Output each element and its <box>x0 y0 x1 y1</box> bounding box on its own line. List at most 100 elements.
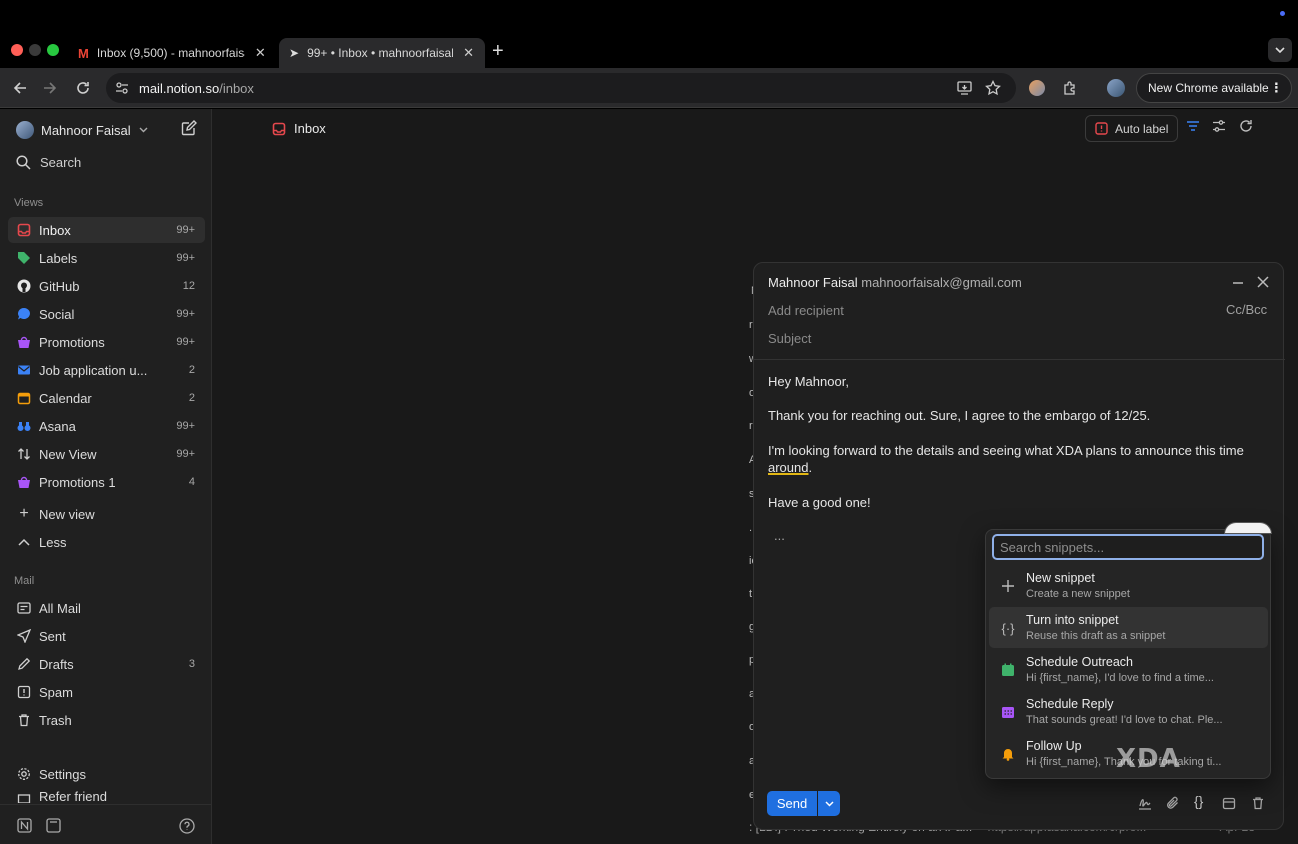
help-icon[interactable] <box>179 818 195 834</box>
profile-avatar[interactable] <box>1107 79 1125 97</box>
sidebar-item-promotions-1[interactable]: Promotions 1 4 <box>8 469 205 495</box>
snippet-search-input[interactable] <box>992 534 1264 560</box>
tab-search-button[interactable] <box>1268 38 1292 62</box>
divider <box>754 359 1285 360</box>
address-bar[interactable]: mail.notion.so/inbox <box>106 73 1016 103</box>
recipient-input[interactable]: Add recipient <box>768 303 844 318</box>
extensions-button[interactable] <box>1058 76 1082 100</box>
sidebar-item-label: New view <box>39 506 95 522</box>
sidebar-item-settings[interactable]: Settings <box>8 761 205 787</box>
braces-icon[interactable]: {} <box>1194 793 1203 809</box>
body-signoff[interactable]: Have a good one! <box>768 494 1248 511</box>
close-tab-icon[interactable]: ✕ <box>463 45 474 61</box>
plus-icon <box>999 577 1017 595</box>
tab-notion-mail[interactable]: ➤ 99+ • Inbox • mahnoorfaisalx@gmail.com… <box>279 38 485 68</box>
sidebar-item-drafts[interactable]: Drafts 3 <box>8 651 205 677</box>
bookmark-star-icon[interactable] <box>985 80 1001 96</box>
compose-button[interactable] <box>181 120 197 139</box>
kebab-menu-icon[interactable]: ⋮ <box>1270 80 1283 96</box>
snippet-title: Schedule Outreach <box>1026 655 1134 669</box>
status-dot <box>1280 11 1285 16</box>
sidebar-item-job-applications[interactable]: Job application u... 2 <box>8 357 205 383</box>
signature-icon[interactable] <box>1138 796 1152 810</box>
toggle-knob[interactable] <box>1224 522 1272 534</box>
snippet-item-schedule-reply[interactable]: Schedule Reply That sounds great! I'd lo… <box>989 691 1268 732</box>
sidebar-item-count: 2 <box>188 392 195 404</box>
gift-icon <box>16 789 32 803</box>
page-title: Inbox <box>272 121 326 136</box>
chat-bubble-icon <box>16 306 32 322</box>
puzzle-icon <box>1064 81 1075 95</box>
chrome-update-button[interactable]: New Chrome available ⋮ <box>1136 73 1292 103</box>
sidebar-item-label: Calendar <box>39 390 92 406</box>
notion-calendar-icon[interactable] <box>46 818 61 833</box>
extension-button[interactable] <box>1025 76 1049 100</box>
site-settings-icon[interactable] <box>115 81 129 95</box>
calendar-icon[interactable] <box>1222 796 1236 810</box>
sidebar-item-new-view[interactable]: New View 99+ <box>8 441 205 467</box>
refresh-icon[interactable] <box>1239 119 1253 133</box>
sidebar-item-asana[interactable]: Asana 99+ <box>8 413 205 439</box>
sidebar-item-all-mail[interactable]: All Mail <box>8 595 205 621</box>
display-settings-icon[interactable] <box>1212 119 1226 133</box>
close-icon[interactable] <box>1257 276 1269 288</box>
auto-label-button[interactable]: Auto label <box>1085 115 1179 142</box>
maximize-window-button[interactable] <box>47 44 59 56</box>
notion-logo-icon[interactable] <box>17 818 32 833</box>
snippet-item-new[interactable]: New snippet Create a new snippet <box>989 565 1268 606</box>
plus-icon: + <box>19 505 29 522</box>
sidebar-item-spam[interactable]: Spam <box>8 679 205 705</box>
account-name: Mahnoor Faisal <box>41 122 131 138</box>
sidebar-item-trash[interactable]: Trash <box>8 707 205 733</box>
spellcheck-word[interactable]: around <box>768 460 808 475</box>
minimize-icon[interactable] <box>1232 281 1244 285</box>
sidebar-item-promotions[interactable]: Promotions 99+ <box>8 329 205 355</box>
account-switcher[interactable]: Mahnoor Faisal <box>16 121 148 139</box>
attachment-icon[interactable] <box>1166 796 1180 810</box>
body-paragraph-1[interactable]: Thank you for reaching out. Sure, I agre… <box>768 407 1248 424</box>
cc-bcc-button[interactable]: Cc/Bcc <box>1226 302 1267 317</box>
sidebar-search[interactable]: Search <box>16 155 81 170</box>
back-button[interactable] <box>8 76 32 100</box>
from-field[interactable]: Mahnoor Faisal mahnoorfaisalx@gmail.com <box>768 275 1022 290</box>
gmail-icon: M <box>78 45 89 61</box>
sidebar-item-label: Drafts <box>39 656 74 672</box>
sidebar-item-labels[interactable]: Labels 99+ <box>8 245 205 271</box>
sidebar-item-label: New View <box>39 446 97 462</box>
install-app-icon[interactable] <box>957 81 972 95</box>
tab-gmail[interactable]: M Inbox (9,500) - mahnoorfaisalx@gmail.c… <box>68 38 278 68</box>
sidebar-item-label: All Mail <box>39 600 81 616</box>
sidebar-item-label: Social <box>39 306 75 322</box>
filter-icon[interactable] <box>1186 119 1200 133</box>
close-tab-icon[interactable]: ✕ <box>255 45 266 61</box>
minimize-window-button[interactable] <box>29 44 41 56</box>
subject-input[interactable]: Subject <box>768 331 811 346</box>
sidebar-item-count: 99+ <box>176 336 195 348</box>
trash-icon[interactable] <box>1251 796 1265 810</box>
sidebar-item-label: Trash <box>39 712 72 728</box>
sidebar-new-view-button[interactable]: + New view <box>8 501 205 527</box>
sidebar-less-button[interactable]: Less <box>8 529 205 555</box>
pencil-icon <box>16 656 32 672</box>
forward-button[interactable] <box>38 76 62 100</box>
sidebar-item-calendar[interactable]: Calendar 2 <box>8 385 205 411</box>
body-greeting[interactable]: Hey Mahnoor, <box>768 373 1248 390</box>
snippet-item-turn-into[interactable]: {·} Turn into snippet Reuse this draft a… <box>989 607 1268 648</box>
sidebar-item-sent[interactable]: Sent <box>8 623 205 649</box>
new-tab-button[interactable]: + <box>492 40 504 63</box>
sidebar-item-inbox[interactable]: Inbox 99+ <box>8 217 205 243</box>
bell-icon <box>999 745 1017 763</box>
close-window-button[interactable] <box>11 44 23 56</box>
snippet-item-schedule-outreach[interactable]: Schedule Outreach Hi {first_name}, I'd l… <box>989 649 1268 690</box>
send-options-button[interactable] <box>818 791 840 816</box>
sidebar-item-github[interactable]: GitHub 12 <box>8 273 205 299</box>
sidebar-item-refer-friend[interactable]: Refer friend <box>8 789 205 803</box>
sidebar-item-social[interactable]: Social 99+ <box>8 301 205 327</box>
body-paragraph-2[interactable]: I'm looking forward to the details and s… <box>768 442 1248 476</box>
reload-button[interactable] <box>71 76 95 100</box>
send-button[interactable]: Send <box>767 791 817 816</box>
envelope-icon <box>16 362 32 378</box>
extension-avatar-icon <box>1029 80 1045 96</box>
sidebar-item-label: Settings <box>39 766 86 782</box>
sidebar-item-count: 99+ <box>176 420 195 432</box>
